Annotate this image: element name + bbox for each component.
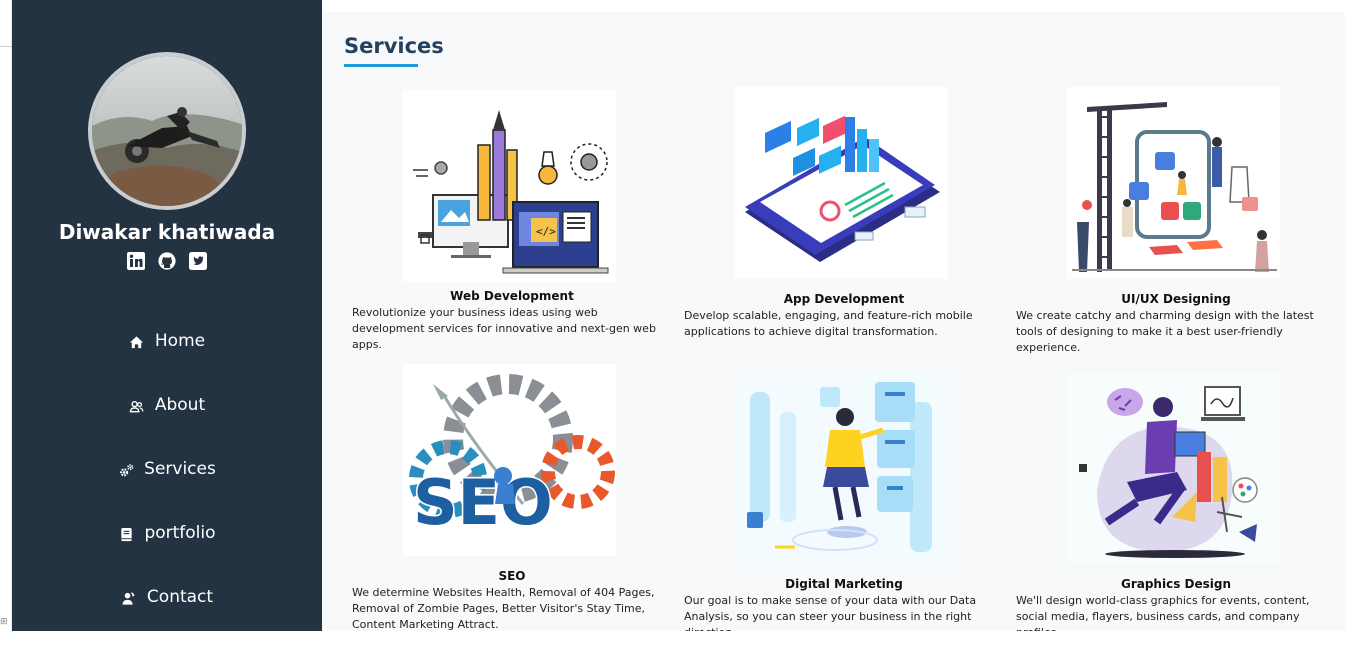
nav-item-about[interactable]: About xyxy=(12,395,322,459)
web-development-illustration: </> xyxy=(403,90,616,282)
resize-corner-icon: ⊞ xyxy=(0,617,8,627)
service-title: Graphics Design xyxy=(1120,577,1232,591)
top-bar xyxy=(322,0,1345,12)
seo-illustration: SEO SEO xyxy=(403,364,616,556)
nav-item-home[interactable]: Home xyxy=(12,331,322,395)
service-title: UI/UX Designing xyxy=(1121,292,1231,306)
service-title: Web Development xyxy=(450,289,574,303)
nav-item-contact[interactable]: Contact xyxy=(12,587,322,651)
contact-icon xyxy=(121,590,137,606)
github-icon[interactable] xyxy=(158,252,176,270)
service-description: Our goal is to make sense of your data w… xyxy=(684,594,977,631)
service-description: We determine Websites Health, Removal of… xyxy=(352,586,655,631)
profile-photo xyxy=(92,56,242,206)
nav-label-about: About xyxy=(154,395,206,415)
gears-icon xyxy=(118,462,134,478)
twitter-icon[interactable] xyxy=(189,252,207,270)
service-title: App Development xyxy=(783,292,905,306)
service-description: We'll design world-class graphics for ev… xyxy=(1016,594,1310,631)
digital-marketing-illustration xyxy=(735,372,948,564)
nav-label-services: Services xyxy=(144,459,216,479)
nav-item-portfolio[interactable]: portfolio xyxy=(12,523,322,587)
home-icon xyxy=(129,334,145,350)
svg-text:SEO: SEO xyxy=(413,466,553,539)
nav-item-services[interactable]: Services xyxy=(12,459,322,523)
social-links xyxy=(12,252,322,270)
services-section: Services </> Web Development Revolutioni… xyxy=(322,12,1345,631)
graphics-design-illustration xyxy=(1067,372,1280,564)
users-icon xyxy=(129,398,145,414)
section-title: Services xyxy=(344,34,444,58)
service-description: Revolutionize your business ideas using … xyxy=(352,306,656,351)
service-description: Develop scalable, engaging, and feature-… xyxy=(684,309,973,338)
app-development-illustration xyxy=(735,87,948,279)
linkedin-icon[interactable] xyxy=(127,252,145,270)
svg-text:</>: </> xyxy=(536,225,556,238)
avatar xyxy=(88,52,246,210)
nav-label-contact: Contact xyxy=(146,587,214,607)
service-description: We create catchy and charming design wit… xyxy=(1016,309,1314,354)
ui-ux-illustration xyxy=(1067,87,1280,279)
main-nav: Home About Services portfolio Contact xyxy=(12,331,322,651)
service-title: Digital Marketing xyxy=(785,577,903,591)
service-title: SEO xyxy=(498,569,526,583)
left-window-edge: ⊞ xyxy=(0,0,12,631)
sidebar: Diwakar khatiwada Home About Services po… xyxy=(12,0,322,631)
nav-label-portfolio: portfolio xyxy=(144,523,216,543)
nav-label-home: Home xyxy=(154,331,206,351)
profile-name: Diwakar khatiwada xyxy=(58,220,276,244)
title-underline xyxy=(344,64,418,67)
edge-divider xyxy=(0,46,12,47)
book-icon xyxy=(118,526,134,542)
